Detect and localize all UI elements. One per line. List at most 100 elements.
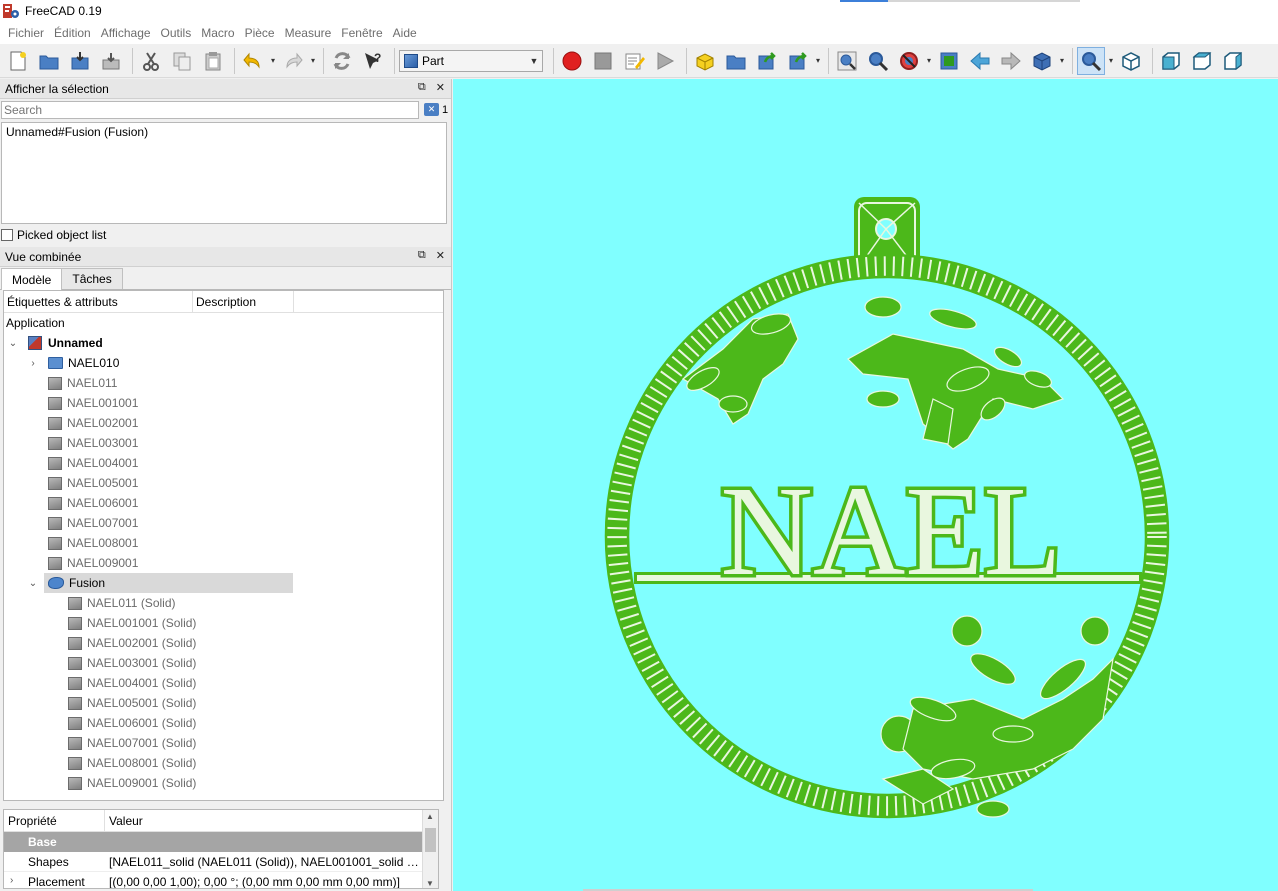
record-macro-button[interactable]	[558, 47, 586, 75]
std-view-dropdown[interactable]: ▾	[1059, 47, 1065, 75]
tree-item-nael011[interactable]: NAEL011	[4, 373, 443, 393]
menu-outils[interactable]: Outils	[156, 22, 197, 44]
chevron-down-icon[interactable]: ⌄	[27, 578, 39, 589]
copy-button[interactable]	[168, 47, 196, 75]
tree-fusion-child[interactable]: NAEL007001 (Solid)	[4, 733, 443, 753]
selection-list-item[interactable]: Unnamed#Fusion (Fusion)	[6, 125, 442, 139]
tree-item-nael006001[interactable]: NAEL006001	[4, 493, 443, 513]
close-icon[interactable]: ✕	[436, 81, 445, 94]
property-scrollbar[interactable]: ▲ ▼	[422, 810, 438, 888]
property-row-placement[interactable]: › Placement [(0,00 0,00 1,00); 0,00 °; (0…	[4, 872, 422, 889]
tree-item-nael007001[interactable]: NAEL007001	[4, 513, 443, 533]
menu-affichage[interactable]: Affichage	[96, 22, 156, 44]
execute-macro-button[interactable]	[651, 47, 679, 75]
property-value[interactable]: [NAEL011_solid (NAEL011 (Solid)), NAEL00…	[105, 855, 422, 869]
tree-item-nael002001[interactable]: NAEL002001	[4, 413, 443, 433]
tree-fusion-child[interactable]: NAEL002001 (Solid)	[4, 633, 443, 653]
scrollbar-thumb[interactable]	[425, 828, 436, 852]
tree-fusion-child[interactable]: NAEL003001 (Solid)	[4, 653, 443, 673]
menu-piece[interactable]: Pièce	[240, 22, 280, 44]
menu-edition[interactable]: Édition	[49, 22, 96, 44]
isometric-button[interactable]	[1117, 47, 1145, 75]
forward-button[interactable]	[997, 47, 1025, 75]
tree-item-nael009001[interactable]: NAEL009001	[4, 553, 443, 573]
paste-button[interactable]	[199, 47, 227, 75]
redo-button[interactable]	[279, 47, 307, 75]
front-view-button[interactable]	[1157, 47, 1185, 75]
tree-fusion-child[interactable]: NAEL006001 (Solid)	[4, 713, 443, 733]
float-icon[interactable]: ⧉	[418, 81, 426, 94]
tree-document-row[interactable]: ⌄ Unnamed	[4, 333, 443, 353]
link-actions-button[interactable]	[784, 47, 812, 75]
menu-measure[interactable]: Measure	[280, 22, 337, 44]
link-button[interactable]	[753, 47, 781, 75]
tab-taches[interactable]: Tâches	[61, 268, 123, 289]
selection-search-input[interactable]	[1, 101, 419, 119]
3d-viewport[interactable]: NAEL	[453, 79, 1278, 891]
draw-style-dropdown[interactable]: ▾	[926, 47, 932, 75]
top-view-button[interactable]	[1188, 47, 1216, 75]
new-document-button[interactable]	[4, 47, 32, 75]
tree-fusion-child[interactable]: NAEL001001 (Solid)	[4, 613, 443, 633]
picked-object-checkbox[interactable]	[1, 229, 13, 241]
property-row-shapes[interactable]: Shapes [NAEL011_solid (NAEL011 (Solid)),…	[4, 852, 422, 872]
menu-fichier[interactable]: Fichier	[3, 22, 49, 44]
back-button[interactable]	[966, 47, 994, 75]
draw-style-button[interactable]	[895, 47, 923, 75]
open-button[interactable]	[35, 47, 63, 75]
tree-fusion-child[interactable]: NAEL009001 (Solid)	[4, 773, 443, 793]
link-actions-dropdown[interactable]: ▾	[815, 47, 821, 75]
menu-fenetre[interactable]: Fenêtre	[336, 22, 387, 44]
chevron-right-icon[interactable]: ›	[10, 875, 13, 886]
refresh-button[interactable]	[328, 47, 356, 75]
solid-part-icon	[68, 756, 82, 770]
bounding-box-button[interactable]	[935, 47, 963, 75]
fit-all-button[interactable]	[833, 47, 861, 75]
chevron-right-icon[interactable]: ›	[27, 358, 39, 369]
tree-item-nael008001[interactable]: NAEL008001	[4, 533, 443, 553]
workbench-selector[interactable]: Part ▼	[399, 49, 543, 72]
menu-aide[interactable]: Aide	[388, 22, 422, 44]
save-button[interactable]	[66, 47, 94, 75]
clear-search-icon[interactable]: ✕	[424, 103, 439, 116]
tree-fusion-child[interactable]: NAEL004001 (Solid)	[4, 673, 443, 693]
property-value[interactable]: [(0,00 0,00 1,00); 0,00 °; (0,00 mm 0,00…	[105, 875, 422, 889]
nael-ornament-model[interactable]: NAEL	[453, 79, 1278, 891]
tree-item-nael004001[interactable]: NAEL004001	[4, 453, 443, 473]
undo-button[interactable]	[239, 47, 267, 75]
cut-button[interactable]	[137, 47, 165, 75]
value-column-header[interactable]: Valeur	[105, 810, 438, 831]
right-view-button[interactable]	[1219, 47, 1247, 75]
edit-macro-button[interactable]	[620, 47, 648, 75]
property-column-header[interactable]: Propriété	[4, 810, 105, 831]
tree-fusion-child[interactable]: NAEL005001 (Solid)	[4, 693, 443, 713]
redo-dropdown[interactable]: ▾	[310, 47, 316, 75]
tree-fusion-child[interactable]: NAEL011 (Solid)	[4, 593, 443, 613]
tree-item-nael010[interactable]: › NAEL010	[4, 353, 443, 373]
scroll-up-icon[interactable]: ▲	[426, 812, 434, 821]
scroll-down-icon[interactable]: ▼	[426, 879, 434, 888]
stop-macro-button[interactable]	[589, 47, 617, 75]
zoom-dropdown[interactable]: ▾	[1108, 47, 1114, 75]
float-icon[interactable]: ⧉	[418, 249, 426, 262]
tree-item-nael001001[interactable]: NAEL001001	[4, 393, 443, 413]
part-button[interactable]	[691, 47, 719, 75]
group-button[interactable]	[722, 47, 750, 75]
zoom-button[interactable]	[1077, 46, 1105, 75]
tree-item-nael003001[interactable]: NAEL003001	[4, 433, 443, 453]
column-description-header[interactable]: Description	[193, 291, 294, 312]
column-labels-header[interactable]: Étiquettes & attributs	[4, 291, 193, 312]
close-icon[interactable]: ✕	[436, 249, 445, 262]
menu-macro[interactable]: Macro	[196, 22, 239, 44]
undo-dropdown[interactable]: ▾	[270, 47, 276, 75]
save-as-button[interactable]	[97, 47, 125, 75]
chevron-down-icon[interactable]: ⌄	[7, 338, 19, 349]
std-view-button[interactable]	[1028, 47, 1056, 75]
tree-fusion-child[interactable]: NAEL008001 (Solid)	[4, 753, 443, 773]
whats-this-button[interactable]: ?	[359, 47, 387, 75]
tree-item-fusion[interactable]: ⌄ Fusion	[4, 573, 443, 593]
picked-object-list-row[interactable]: Picked object list	[0, 226, 106, 244]
fit-selection-button[interactable]	[864, 47, 892, 75]
tree-item-nael005001[interactable]: NAEL005001	[4, 473, 443, 493]
tab-modele[interactable]: Modèle	[1, 268, 63, 290]
